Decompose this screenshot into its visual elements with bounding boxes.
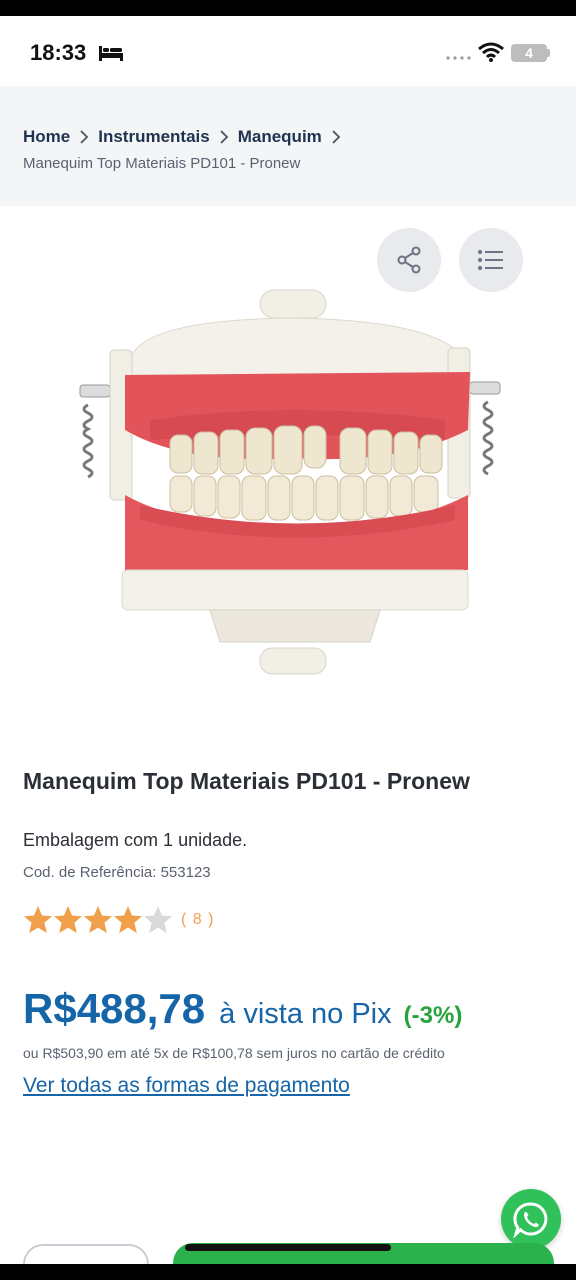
- bed-icon: [99, 46, 123, 61]
- breadcrumb: Home Instrumentais Manequim Manequim Top…: [0, 86, 576, 206]
- payment-options-link[interactable]: Ver todas as formas de pagamento: [23, 1074, 350, 1098]
- installments-text: ou R$503,90 em até 5x de R$100,78 sem ju…: [23, 1045, 445, 1061]
- breadcrumb-links: Home Instrumentais Manequim: [23, 127, 350, 147]
- share-icon: [397, 246, 421, 274]
- status-bar: 18:33 4: [0, 16, 576, 86]
- top-system-bar: [0, 0, 576, 16]
- signal-dots-icon: [446, 56, 471, 60]
- chevron-right-icon: [210, 128, 238, 146]
- product-gallery: [0, 206, 576, 754]
- status-time: 18:33: [30, 40, 87, 65]
- price-value: R$488,78: [23, 985, 206, 1032]
- breadcrumb-instrumentais[interactable]: Instrumentais: [98, 127, 209, 147]
- product-packaging: Embalagem com 1 unidade.: [23, 830, 248, 850]
- list-icon: [478, 250, 503, 270]
- battery-tip: [547, 49, 550, 57]
- product-reference-code: Cod. de Referência: 553123: [23, 864, 211, 881]
- price-row: R$488,78 à vista no Pix (-3%): [23, 985, 462, 1033]
- discount-badge: (-3%): [403, 1002, 463, 1029]
- rating-stars[interactable]: ( 8 ): [23, 904, 214, 936]
- star-icon: [24, 906, 172, 933]
- battery-indicator: 4: [511, 44, 547, 62]
- rating-count: ( 8 ): [181, 911, 215, 928]
- wifi-icon: [478, 42, 504, 62]
- whatsapp-icon: [513, 1202, 548, 1238]
- breadcrumb-current: Manequim Top Materiais PD101 - Pronew: [23, 155, 301, 172]
- home-indicator: [185, 1244, 391, 1251]
- product-image[interactable]: [70, 280, 510, 705]
- whatsapp-button[interactable]: [501, 1189, 561, 1249]
- chevron-right-icon: [322, 128, 350, 146]
- product-title: Manequim Top Materiais PD101 - Pronew: [23, 768, 470, 794]
- chevron-right-icon: [70, 128, 98, 146]
- pix-label: à vista no Pix: [219, 998, 392, 1030]
- bottom-system-bar: [0, 1264, 576, 1280]
- breadcrumb-manequim[interactable]: Manequim: [238, 127, 322, 147]
- breadcrumb-home[interactable]: Home: [23, 127, 70, 147]
